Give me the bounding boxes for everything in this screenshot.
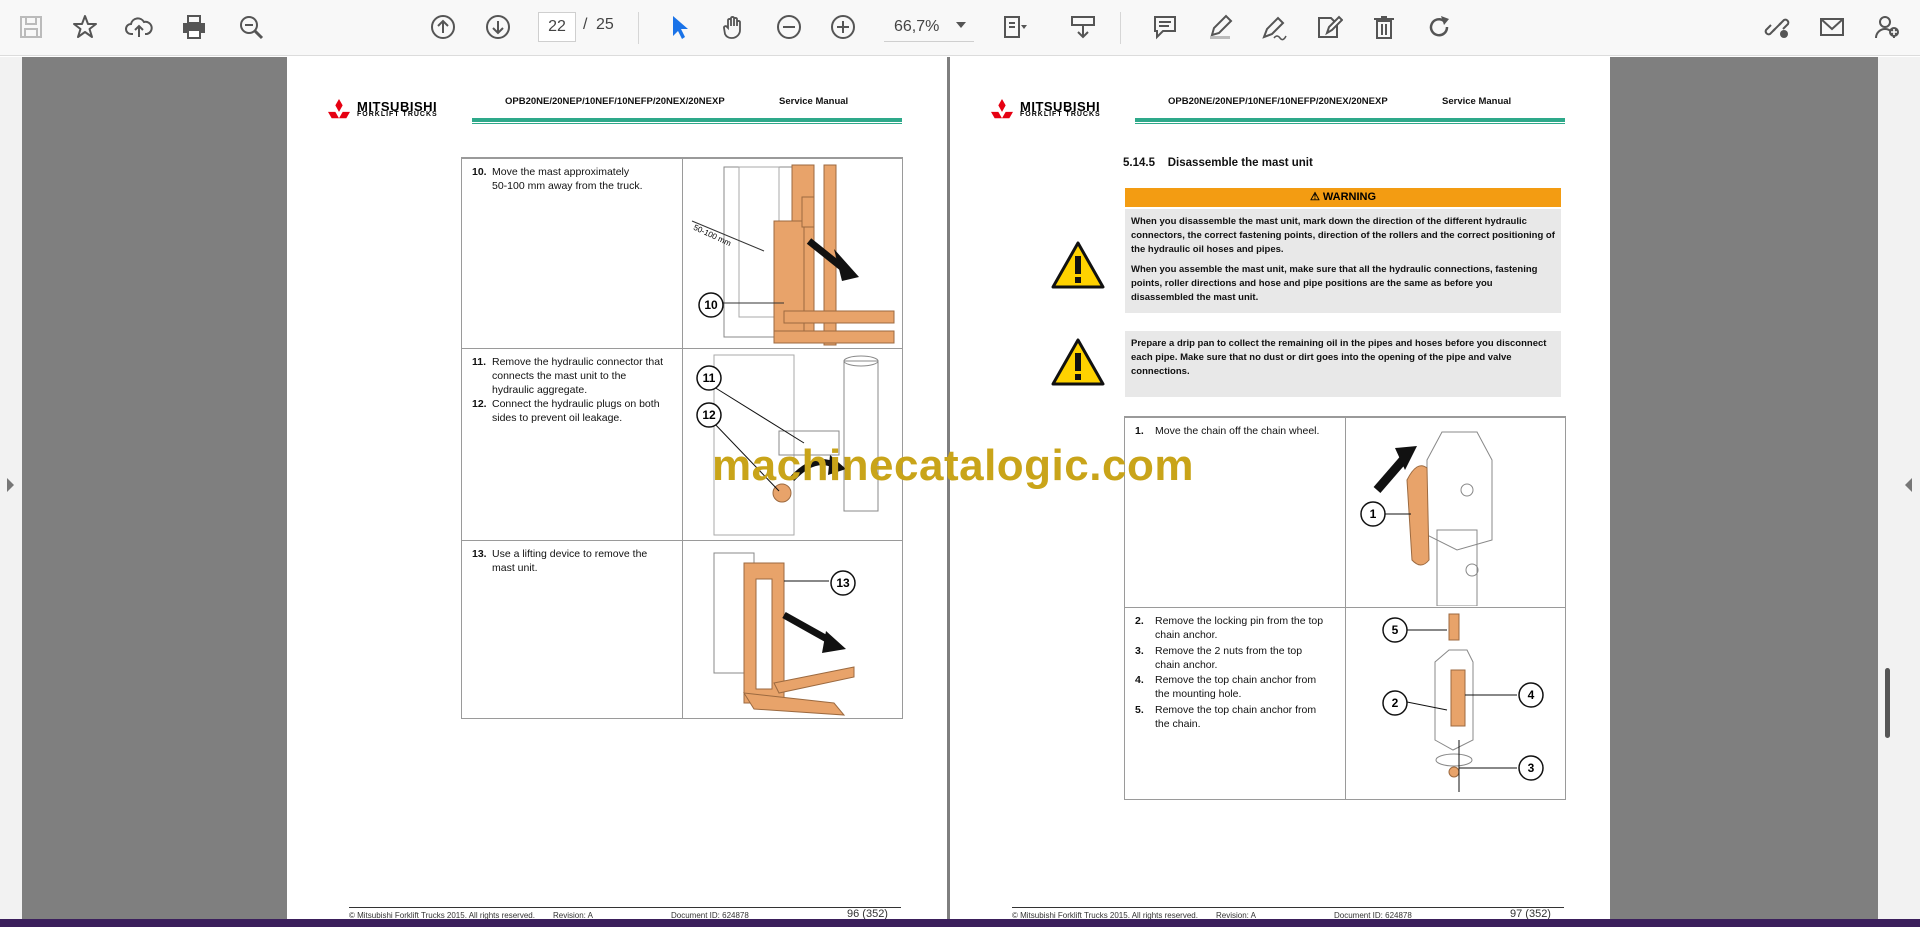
page-down-icon[interactable] [479, 8, 517, 46]
scroll-mode-icon[interactable] [1064, 8, 1102, 46]
footer-document-id: Document ID: 624878 [671, 911, 749, 919]
highlight-pen-icon[interactable] [1201, 8, 1239, 46]
warning-triangle-icon: ⚠ [1309, 191, 1320, 203]
zoom-in-icon[interactable] [824, 8, 862, 46]
warning-text-1b: When you assemble the mast unit, make su… [1131, 264, 1538, 303]
select-arrow-icon[interactable] [660, 8, 698, 46]
callout-4-label: 4 [1527, 688, 1535, 702]
mitsubishi-diamonds-icon [328, 99, 350, 119]
chevron-down-icon[interactable] [956, 22, 966, 28]
callout-2-label: 2 [1391, 696, 1399, 710]
steps-table: 10. Move the mast approximately 50-100 m… [461, 157, 903, 719]
draw-pen-icon[interactable] [1255, 8, 1293, 46]
page-footer: © Mitsubishi Forklift Trucks 2015. All r… [349, 907, 901, 919]
print-icon[interactable] [175, 8, 213, 46]
save-icon[interactable] [12, 8, 50, 46]
current-page-input[interactable]: 22 [538, 12, 576, 42]
page-footer: © Mitsubishi Forklift Trucks 2015. All r… [1012, 907, 1564, 919]
doc-type: Service Manual [1442, 96, 1512, 107]
mast-removal-illustration [691, 164, 895, 346]
callout-1-label: 1 [1369, 507, 1377, 521]
hazard-triangle-icon [1051, 241, 1105, 289]
expand-right-panel-icon[interactable] [1905, 478, 1912, 492]
share-link-icon[interactable] [1758, 8, 1796, 46]
footer-page-number: 96 (352) [847, 908, 888, 919]
table-row: 10. Move the mast approximately 50-100 m… [462, 158, 902, 348]
callout-5-label: 5 [1391, 623, 1399, 637]
hazard-triangle-icon [1051, 338, 1105, 386]
footer-copyright: © Mitsubishi Forklift Trucks 2015. All r… [349, 911, 535, 919]
warning-box-1: When you disassemble the mast unit, mark… [1125, 209, 1561, 313]
table-row: 13. Use a lifting device to remove the m… [462, 540, 902, 718]
email-icon[interactable] [1813, 8, 1851, 46]
bookmark-star-icon[interactable] [66, 8, 104, 46]
callout-10-label: 10 [704, 298, 718, 312]
table-row: 2. Remove the locking pin from the top c… [1125, 607, 1565, 799]
scrollbar-thumb[interactable] [1885, 668, 1890, 738]
hand-tool-icon[interactable] [715, 8, 753, 46]
comment-icon[interactable] [1146, 8, 1184, 46]
footer-revision: Revision: A [1216, 911, 1257, 919]
section-title: 5.14.5 Disassemble the mast unit [1123, 157, 1313, 169]
header-rule-thin [1135, 123, 1565, 124]
mitsubishi-diamonds-icon [991, 99, 1013, 119]
callout-11-label: 11 [702, 371, 716, 385]
warning-box-2: Prepare a drip pan to collect the remain… [1125, 331, 1561, 397]
warning-text-2: Prepare a drip pan to collect the remain… [1131, 338, 1547, 377]
model-list: OPB20NE/20NEP/10NEF/10NEFP/20NEX/20NEXP [505, 96, 725, 107]
header-rule [1135, 118, 1565, 122]
footer-document-id: Document ID: 624878 [1334, 911, 1412, 919]
footer-page-number: 97 (352) [1510, 908, 1551, 919]
add-user-icon[interactable] [1868, 8, 1906, 46]
bottom-edge-bar [0, 919, 1920, 927]
rotate-icon[interactable] [1420, 8, 1458, 46]
callout-12-label: 12 [702, 408, 716, 422]
doc-type: Service Manual [779, 96, 849, 107]
brand-subtitle: FORKLIFT TRUCKS [1020, 111, 1101, 118]
header-rule-thin [472, 123, 902, 124]
total-pages: 25 [596, 16, 614, 33]
footer-copyright: © Mitsubishi Forklift Trucks 2015. All r… [1012, 911, 1198, 919]
mitsubishi-logo: MITSUBISHI FORKLIFT TRUCKS [325, 99, 465, 121]
warning-label: WARNING [1322, 191, 1377, 203]
footer-revision: Revision: A [553, 911, 594, 919]
model-list: OPB20NE/20NEP/10NEF/10NEFP/20NEX/20NEXP [1168, 96, 1388, 107]
zoom-out-icon[interactable] [770, 8, 808, 46]
callout-3-label: 3 [1527, 761, 1535, 775]
delete-icon[interactable] [1365, 8, 1403, 46]
fit-page-icon[interactable] [995, 8, 1033, 46]
toolbar-divider [1120, 12, 1121, 44]
page-up-icon[interactable] [424, 8, 462, 46]
header-rule [472, 118, 902, 122]
expand-left-panel-icon[interactable] [7, 478, 14, 492]
toolbar: 22 / 25 66,7% [0, 0, 1920, 56]
watermark: machinecatalogic.com [712, 441, 1194, 490]
callout-13-label: 13 [836, 576, 850, 590]
fill-sign-icon[interactable] [1310, 8, 1348, 46]
upload-cloud-icon[interactable] [120, 8, 158, 46]
lifting-device-illustration [713, 552, 855, 716]
mitsubishi-logo: MITSUBISHI FORKLIFT TRUCKS [988, 99, 1128, 121]
vertical-scrollbar[interactable] [1878, 57, 1898, 919]
warning-text-1a: When you disassemble the mast unit, mark… [1131, 216, 1555, 255]
toolbar-divider [638, 12, 639, 44]
warning-banner: ⚠ WARNING [1125, 188, 1561, 207]
zoom-search-icon[interactable] [232, 8, 270, 46]
page-separator: / [583, 16, 588, 33]
brand-subtitle: FORKLIFT TRUCKS [357, 111, 438, 118]
